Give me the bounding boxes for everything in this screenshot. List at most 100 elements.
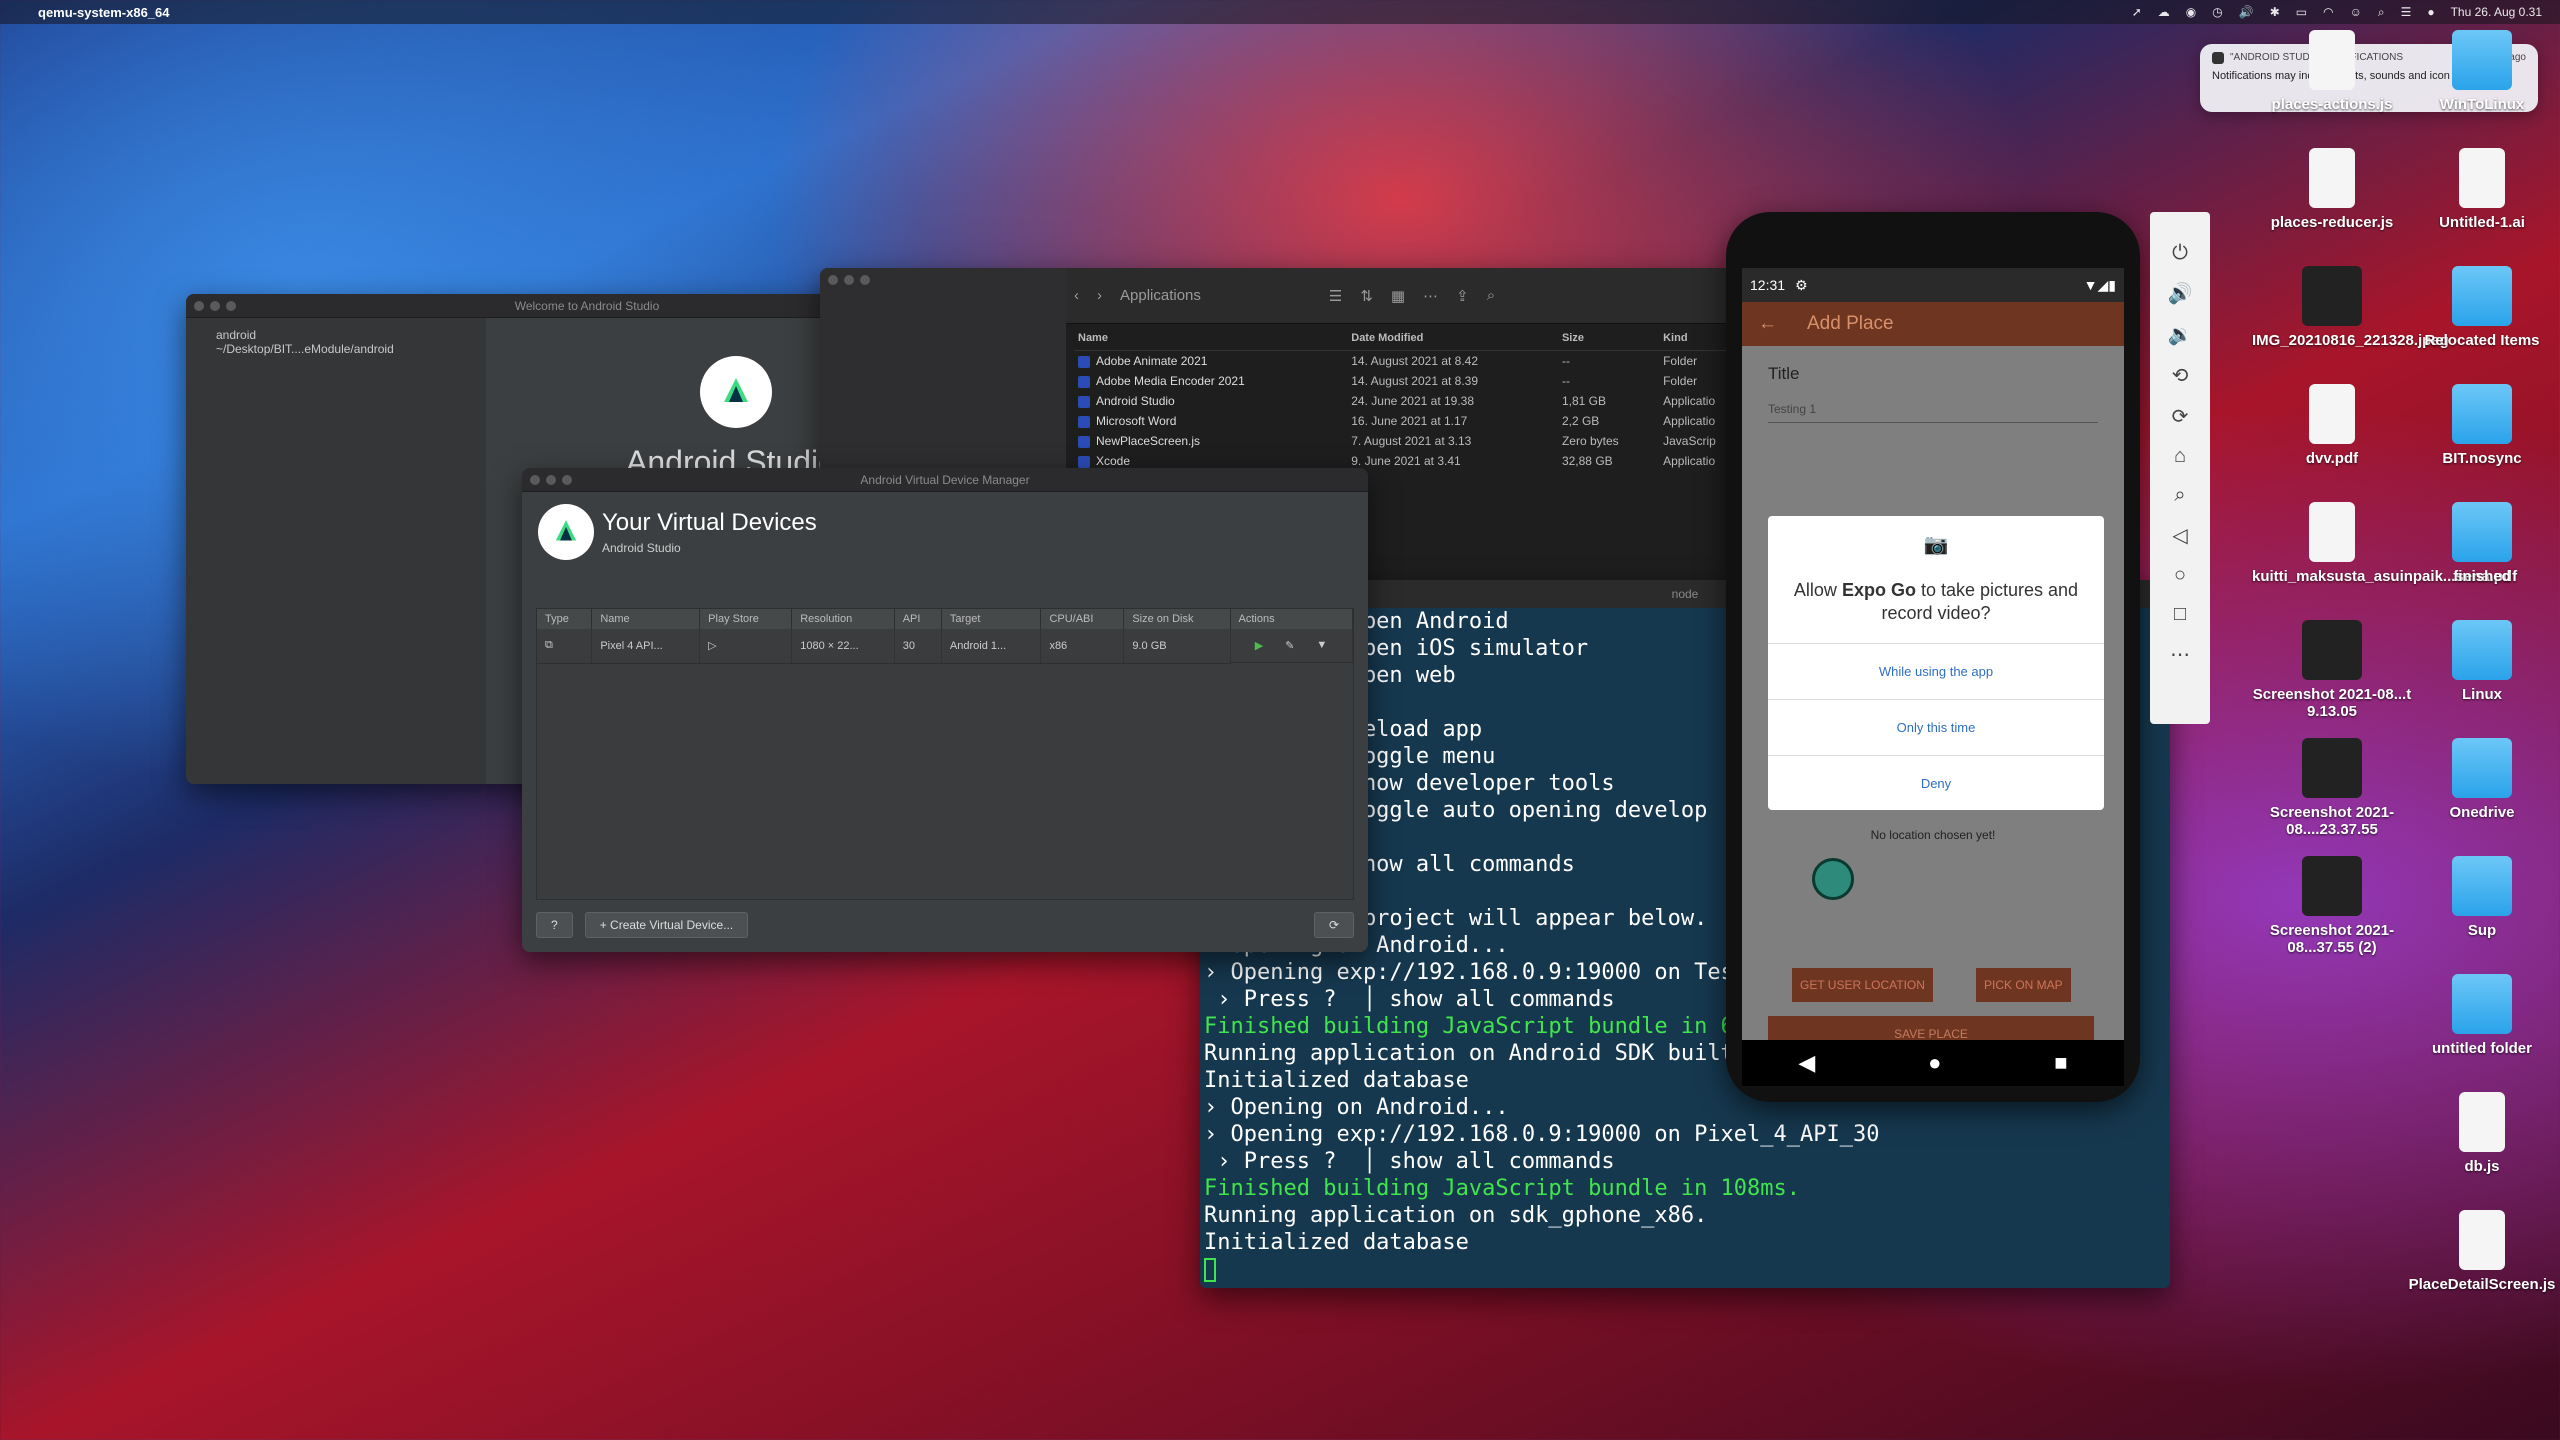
minimize-button[interactable] (210, 301, 220, 311)
allow-while-using-button[interactable]: While using the app (1768, 643, 2104, 699)
desktop-icon[interactable]: PlaceDetailScreen.js (2402, 1210, 2560, 1293)
zoom-button[interactable] (860, 275, 870, 285)
desktop-icon[interactable]: dvv.pdf (2252, 384, 2412, 467)
desktop-icon[interactable]: places-actions.js (2252, 30, 2412, 113)
back-icon[interactable]: ‹ (1074, 287, 1079, 304)
desktop-icon[interactable]: Sup (2402, 856, 2560, 939)
volume-up-icon[interactable]: 🔊 (2168, 281, 2193, 306)
forward-icon[interactable]: › (1097, 287, 1102, 304)
back-icon[interactable]: ◁ (2172, 523, 2187, 548)
col-resolution[interactable]: Resolution (791, 609, 895, 629)
col-target[interactable]: Target (941, 609, 1042, 629)
desktop-icon[interactable]: db.js (2402, 1092, 2560, 1175)
refresh-button[interactable]: ⟳ (1313, 912, 1354, 938)
desktop-icon[interactable]: Screenshot 2021-08...t 9.13.05 (2252, 620, 2412, 720)
search-icon[interactable]: ⌕ (2378, 5, 2385, 20)
desktop-icon-label: places-reducer.js (2270, 214, 2394, 231)
edit-icon[interactable]: ✎ (1285, 639, 1294, 652)
col-name[interactable]: Name (591, 609, 701, 629)
volume-icon[interactable]: 🔊 (2239, 5, 2254, 19)
user-icon[interactable]: ☺ (2350, 5, 2362, 19)
col-size[interactable]: Size on Disk (1123, 609, 1231, 629)
desktop-icon[interactable]: WinToLinux (2402, 30, 2560, 113)
record-icon[interactable]: ◉ (2186, 5, 2196, 19)
col-playstore[interactable]: Play Store (699, 609, 793, 629)
nav-recents-icon[interactable]: ■ (2054, 1050, 2067, 1076)
run-icon[interactable]: ▶ (1255, 639, 1263, 652)
share-icon[interactable]: ⇪ (1456, 287, 1469, 305)
more-icon[interactable]: ⋯ (2170, 642, 2190, 667)
volume-down-icon[interactable]: 🔉 (2168, 322, 2193, 347)
close-button[interactable] (194, 301, 204, 311)
sort-icon[interactable]: ⇅ (1360, 287, 1373, 305)
allow-once-button[interactable]: Only this time (1768, 699, 2104, 755)
desktop-icon[interactable]: finished (2402, 502, 2560, 585)
desktop-icon[interactable]: Untitled-1.ai (2402, 148, 2560, 231)
file-row[interactable]: Microsoft Word 16. June 2021 at 1.17 2,2 G… (1074, 411, 1740, 431)
phone-screen[interactable]: 12:31 ⚙ ▼◢▮ ← Add Place Title Testing 1 … (1742, 268, 2124, 1040)
more-icon[interactable]: ⋯ (1423, 287, 1438, 305)
clock-datetime[interactable]: Thu 26. Aug 0.31 (2451, 5, 2542, 19)
close-button[interactable] (530, 475, 540, 485)
desktop-icon[interactable]: kuitti_maksusta_asuinpaik...sena.pdf (2252, 502, 2517, 585)
col-cpu[interactable]: CPU/ABI (1040, 609, 1125, 629)
col-actions[interactable]: Actions (1230, 609, 1354, 629)
minimize-button[interactable] (546, 475, 556, 485)
desktop-icon[interactable]: IMG_20210816_221328.jpeg (2252, 266, 2449, 349)
battery-icon[interactable]: ▭ (2296, 5, 2307, 19)
file-row[interactable]: NewPlaceScreen.js 7. August 2021 at 3.13 Z… (1074, 431, 1740, 451)
clock-icon[interactable]: ◷ (2212, 5, 2222, 19)
file-row[interactable]: Adobe Animate 2021 14. August 2021 at 8.4… (1074, 351, 1740, 372)
help-button[interactable]: ? (536, 912, 573, 938)
nav-home-icon[interactable]: ● (1928, 1050, 1941, 1076)
create-virtual-device-button[interactable]: + Create Virtual Device... (584, 912, 749, 938)
col-name[interactable]: Name (1074, 326, 1348, 351)
home-icon[interactable]: ○ (2174, 564, 2186, 587)
active-app-name[interactable]: qemu-system-x86_64 (38, 5, 170, 20)
desktop-icon[interactable]: places-reducer.js (2252, 148, 2412, 231)
list-view-icon[interactable]: ☰ (1329, 287, 1342, 305)
desktop-icon[interactable]: Relocated Items (2402, 266, 2560, 349)
desktop-icon[interactable]: BIT.nosync (2402, 384, 2560, 467)
col-date[interactable]: Date Modified (1347, 326, 1558, 351)
close-button[interactable] (828, 275, 838, 285)
chevron-down-icon[interactable]: ▼ (1316, 639, 1327, 652)
file-name: NewPlaceScreen.js (1096, 434, 1201, 448)
rocket-icon[interactable]: ➚ (2132, 5, 2142, 19)
zoom-button[interactable] (562, 475, 572, 485)
overview-icon[interactable]: □ (2174, 603, 2186, 626)
power-icon[interactable]: ⏻ (2172, 242, 2188, 265)
desktop-icon[interactable]: Linux (2402, 620, 2560, 703)
col-api[interactable]: API (894, 609, 942, 629)
back-arrow-icon[interactable]: ← (1758, 313, 1777, 335)
desktop-icon[interactable]: Screenshot 2021-08...37.55 (2) (2252, 856, 2412, 956)
zoom-icon[interactable]: ⌕ (2174, 484, 2185, 507)
file-row[interactable]: Adobe Media Encoder 2021 14. August 2021 … (1074, 371, 1740, 391)
rotate-right-icon[interactable]: ⟳ (2172, 404, 2189, 429)
deny-button[interactable]: Deny (1768, 755, 2104, 811)
device-row[interactable]: ⧉ Pixel 4 API... ▷ 1080 × 22... 30 Andro… (537, 629, 1353, 664)
desktop-icon[interactable]: Screenshot 2021-08....23.37.55 (2252, 738, 2412, 838)
rotate-left-icon[interactable]: ⟲ (2172, 363, 2189, 388)
wifi-icon[interactable]: ◠ (2323, 5, 2333, 19)
control-center-icon[interactable]: ☰ (2401, 5, 2412, 19)
desktop-icon[interactable]: untitled folder (2402, 974, 2560, 1057)
recent-project-item[interactable]: android ~/Desktop/BIT....eModule/android (216, 328, 456, 356)
cloud-icon[interactable]: ☁ (2158, 5, 2170, 19)
file-row[interactable]: Android Studio 24. June 2021 at 19.38 1,81… (1074, 391, 1740, 411)
title-input[interactable]: Testing 1 (1768, 402, 2098, 423)
desktop-icon[interactable]: Onedrive (2402, 738, 2560, 821)
camera-icon[interactable]: ⌂ (2174, 445, 2186, 468)
grid-view-icon[interactable]: ▦ (1391, 287, 1405, 305)
col-type[interactable]: Type (537, 609, 593, 629)
nav-back-icon[interactable]: ◀ (1798, 1050, 1815, 1076)
get-user-location-button[interactable]: GET USER LOCATION (1792, 968, 1933, 1002)
search-icon[interactable]: ⌕ (1487, 287, 1495, 304)
pick-on-map-button[interactable]: PICK ON MAP (1976, 968, 2071, 1002)
bluetooth-icon[interactable]: ✱ (2270, 5, 2280, 19)
minimize-button[interactable] (844, 275, 854, 285)
col-size[interactable]: Size (1557, 326, 1660, 351)
zoom-button[interactable] (226, 301, 236, 311)
save-place-button[interactable]: SAVE PLACE (1768, 1016, 2094, 1040)
siri-icon[interactable]: ● (2427, 5, 2434, 19)
